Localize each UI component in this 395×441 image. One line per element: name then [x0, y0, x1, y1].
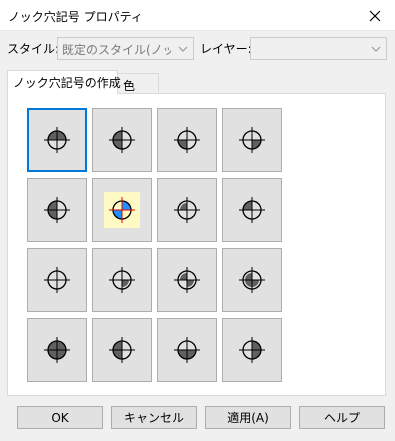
window-title: ノック穴記号 プロパティ — [8, 10, 143, 24]
knock-hole-icon — [234, 122, 270, 158]
knock-hole-icon — [234, 192, 270, 228]
knock-hole-icon — [104, 122, 140, 158]
knock-symbol-half-top[interactable] — [27, 108, 87, 172]
knock-symbol-left-half[interactable] — [27, 178, 87, 242]
knock-symbol-lower-right-small[interactable] — [92, 248, 152, 312]
apply-button[interactable]: 適用(A) — [205, 406, 291, 429]
knock-symbol-right-half[interactable] — [222, 318, 282, 382]
knock-hole-icon — [234, 332, 270, 368]
knock-hole-icon — [39, 262, 75, 298]
knock-hole-icon — [169, 332, 205, 368]
close-button[interactable] — [355, 0, 395, 31]
knock-symbol-color-quarters[interactable] — [92, 178, 152, 242]
knock-hole-icon — [39, 332, 75, 368]
properties-dialog: ノック穴記号 プロパティ スタイル: 既定のスタイル(ノック穴 レイヤー: ノッ… — [0, 0, 395, 441]
layer-label: レイヤー: — [200, 42, 252, 56]
knock-symbol-half-left-q[interactable] — [92, 108, 152, 172]
chevron-down-icon — [178, 46, 188, 52]
help-button[interactable]: ヘルプ — [299, 406, 385, 429]
knock-hole-icon — [39, 122, 75, 158]
knock-symbol-full[interactable] — [27, 318, 87, 382]
knock-symbol-empty[interactable] — [27, 248, 87, 312]
knock-hole-icon — [104, 262, 140, 298]
knock-hole-icon — [104, 192, 140, 228]
symbol-grid — [27, 108, 283, 384]
tab-create-symbol[interactable]: ノック穴記号の作成 — [7, 70, 121, 94]
layer-combobox[interactable] — [250, 37, 387, 60]
knock-symbol-top-left-small[interactable] — [157, 178, 217, 242]
knock-hole-icon — [234, 262, 270, 298]
knock-hole-icon — [169, 192, 205, 228]
style-value: 既定のスタイル(ノック穴 — [62, 43, 171, 57]
knock-symbol-lower-half[interactable] — [157, 318, 217, 382]
tab-color[interactable]: 色 — [117, 73, 159, 94]
tab-panel — [7, 93, 386, 396]
knock-symbol-bottom-left[interactable] — [157, 108, 217, 172]
knock-hole-icon — [104, 332, 140, 368]
knock-symbol-top-left[interactable] — [222, 178, 282, 242]
knock-symbol-three-small[interactable] — [222, 248, 282, 312]
chevron-down-icon — [371, 46, 381, 52]
knock-hole-icon — [169, 122, 205, 158]
style-label: スタイル: — [7, 42, 60, 56]
close-icon — [369, 10, 381, 21]
title-bar: ノック穴記号 プロパティ — [0, 0, 395, 31]
knock-hole-icon — [169, 262, 205, 298]
knock-symbol-bottom-right[interactable] — [222, 108, 282, 172]
knock-symbol-top-left-lower-right-small[interactable] — [157, 248, 217, 312]
knock-hole-icon — [39, 192, 75, 228]
ok-button[interactable]: OK — [17, 406, 103, 429]
cancel-button[interactable]: キャンセル — [111, 406, 197, 429]
style-combobox[interactable]: 既定のスタイル(ノック穴 — [57, 37, 194, 60]
knock-symbol-half-left[interactable] — [92, 318, 152, 382]
